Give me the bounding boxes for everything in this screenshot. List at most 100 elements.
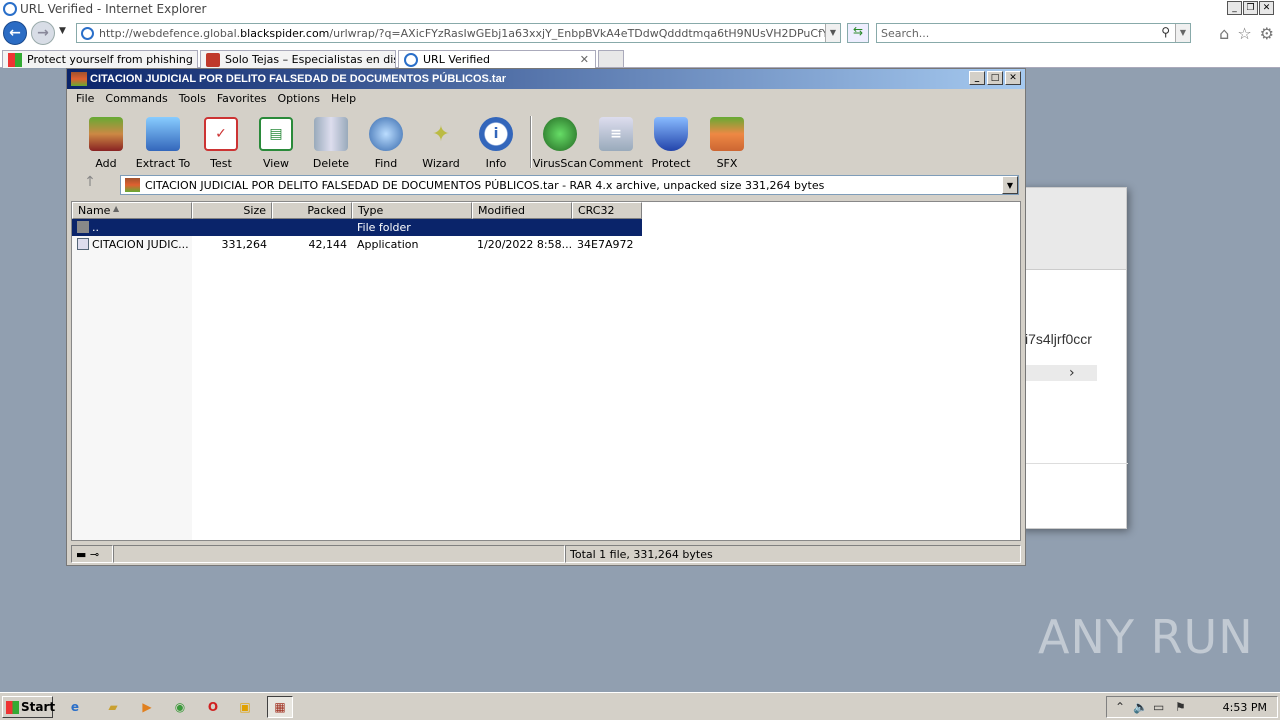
- virusscan-bug-icon: [543, 117, 577, 151]
- toolbar-label: Find: [374, 157, 398, 170]
- column-header-modified[interactable]: Modified: [472, 202, 572, 219]
- winrar-icon: ▦: [274, 700, 286, 714]
- taskbar-outlook-button[interactable]: ▣: [232, 696, 258, 718]
- site-favicon-icon: [206, 53, 220, 67]
- volume-icon[interactable]: 🔈: [1133, 700, 1148, 714]
- up-one-level-button[interactable]: ↑: [75, 174, 105, 196]
- toolbar-extract-button[interactable]: Extract To: [132, 115, 194, 171]
- folder-icon: ▰: [108, 700, 118, 714]
- cell-modified: [472, 219, 572, 236]
- status-drive-icons[interactable]: ▬ ⊸: [71, 545, 113, 563]
- start-button[interactable]: Start: [2, 696, 56, 718]
- chevron-right-icon[interactable]: ›: [1069, 365, 1075, 381]
- column-header-crc32[interactable]: CRC32: [572, 202, 642, 219]
- taskbar-opera-button[interactable]: O: [200, 696, 226, 718]
- forward-arrow-icon: →: [37, 25, 49, 41]
- ie-logo-icon: [3, 2, 17, 16]
- toolbar-view-button[interactable]: ▤ View: [245, 115, 307, 171]
- address-dropdown-button[interactable]: ▼: [825, 24, 840, 42]
- menu-tools[interactable]: Tools: [174, 92, 212, 105]
- tab-phishing[interactable]: Protect yourself from phishing: [2, 50, 198, 68]
- toolbar-add-button[interactable]: Add: [75, 115, 137, 171]
- winrar-minimize-button[interactable]: _: [969, 71, 985, 85]
- tools-gear-icon[interactable]: ⚙: [1260, 24, 1274, 43]
- clock[interactable]: 4:53 PM: [1223, 701, 1267, 714]
- ie-minimize-button[interactable]: _: [1227, 1, 1242, 15]
- taskbar-ie-button[interactable]: e: [62, 696, 88, 718]
- refresh-button[interactable]: ⇆: [847, 23, 869, 43]
- chevron-down-icon[interactable]: ▼: [1002, 176, 1018, 194]
- table-row-parent-folder[interactable]: .. File folder: [72, 219, 642, 236]
- toolbar-wizard-button[interactable]: ✦ Wizard: [410, 115, 472, 171]
- up-arrow-icon: ↑: [84, 174, 96, 190]
- address-bar[interactable]: http://webdefence.global.blackspider.com…: [76, 23, 841, 43]
- favorites-star-icon[interactable]: ☆: [1237, 24, 1251, 43]
- search-input[interactable]: Search... ⚲ ▼: [876, 23, 1191, 43]
- toolbar-label: SFX: [716, 157, 738, 170]
- column-header-name[interactable]: Name ▲: [72, 202, 192, 219]
- forward-button[interactable]: →: [31, 21, 55, 45]
- webpage-dialog: i7s4ljrf0ccr ›: [1020, 187, 1128, 529]
- tab-url-verified[interactable]: URL Verified ✕: [398, 50, 596, 68]
- taskbar-media-player-button[interactable]: ▶: [134, 696, 160, 718]
- menu-favorites[interactable]: Favorites: [212, 92, 273, 105]
- action-center-flag-icon[interactable]: ⚑: [1175, 700, 1186, 714]
- column-header-type[interactable]: Type: [352, 202, 472, 219]
- show-hidden-icons-icon[interactable]: ⌃: [1115, 700, 1125, 714]
- webpage-text-fragment: i7s4ljrf0ccr: [1025, 331, 1092, 347]
- menu-options[interactable]: Options: [273, 92, 326, 105]
- start-label: Start: [21, 700, 56, 714]
- winrar-close-button[interactable]: ✕: [1005, 71, 1021, 85]
- back-arrow-icon: ←: [9, 25, 21, 41]
- menu-help[interactable]: Help: [326, 92, 362, 105]
- toolbar-label: Protect: [651, 157, 691, 170]
- cell-type: Application: [357, 238, 419, 251]
- toolbar-virusscan-button[interactable]: VirusScan: [529, 115, 591, 171]
- page-icon: [81, 27, 94, 40]
- taskbar-explorer-button[interactable]: ▰: [100, 696, 126, 718]
- toolbar-find-button[interactable]: Find: [355, 115, 417, 171]
- cell-type: File folder: [357, 221, 411, 234]
- table-row-file[interactable]: CITACION JUDIC... 331,264 42,144 Applica…: [72, 236, 642, 253]
- search-dropdown-button[interactable]: ▼: [1175, 24, 1190, 42]
- winrar-toolbar: Add Extract To ✓ Test ▤ View Delete Find…: [75, 112, 1021, 172]
- toolbar-label: VirusScan: [532, 157, 588, 170]
- windows-logo-icon: [8, 53, 22, 67]
- close-tab-icon[interactable]: ✕: [580, 53, 589, 66]
- new-tab-button[interactable]: [598, 50, 624, 68]
- toolbar-test-button[interactable]: ✓ Test: [190, 115, 252, 171]
- taskbar-chrome-button[interactable]: ◉: [167, 696, 193, 718]
- home-icon[interactable]: ⌂: [1219, 24, 1229, 43]
- column-label: CRC32: [578, 204, 615, 217]
- webpage-button[interactable]: [1025, 365, 1097, 381]
- winrar-status-bar: ▬ ⊸ Total 1 file, 331,264 bytes: [71, 545, 1021, 563]
- ie-restore-button[interactable]: ❐: [1243, 1, 1258, 15]
- toolbar-comment-button[interactable]: ≡ Comment: [585, 115, 647, 171]
- ie-close-button[interactable]: ✕: [1259, 1, 1274, 15]
- network-icon[interactable]: ▭: [1153, 700, 1164, 714]
- find-magnifier-icon: [369, 117, 403, 151]
- column-header-packed[interactable]: Packed: [272, 202, 352, 219]
- toolbar-label: Test: [210, 157, 232, 170]
- menu-commands[interactable]: Commands: [100, 92, 173, 105]
- winrar-window-title: CITACION JUDICIAL POR DELITO FALSEDAD DE…: [90, 73, 506, 85]
- sfx-box-icon: [710, 117, 744, 151]
- winrar-maximize-button[interactable]: □: [987, 71, 1003, 85]
- back-button[interactable]: ←: [3, 21, 27, 45]
- toolbar-sfx-button[interactable]: SFX: [696, 115, 758, 171]
- address-suffix: /urlwrap/?q=AXicFYzRasIwGEbj1a63xxjY_Enb…: [329, 27, 840, 40]
- search-icon[interactable]: ⚲: [1161, 25, 1170, 39]
- recent-pages-dropdown[interactable]: ▼: [59, 26, 66, 36]
- column-label: Name: [78, 204, 111, 217]
- ie-page-icon: [404, 53, 418, 67]
- toolbar-delete-button[interactable]: Delete: [300, 115, 362, 171]
- toolbar-protect-button[interactable]: Protect: [640, 115, 702, 171]
- archive-path-dropdown[interactable]: CITACION JUDICIAL POR DELITO FALSEDAD DE…: [120, 175, 1019, 195]
- archive-icon: [125, 178, 140, 192]
- taskbar-winrar-button[interactable]: ▦: [267, 696, 293, 718]
- column-header-size[interactable]: Size: [192, 202, 272, 219]
- column-label: Modified: [478, 204, 525, 217]
- tab-solo-tejas[interactable]: Solo Tejas – Especialistas en dis...: [200, 50, 396, 68]
- menu-file[interactable]: File: [71, 92, 100, 105]
- toolbar-info-button[interactable]: i Info: [465, 115, 527, 171]
